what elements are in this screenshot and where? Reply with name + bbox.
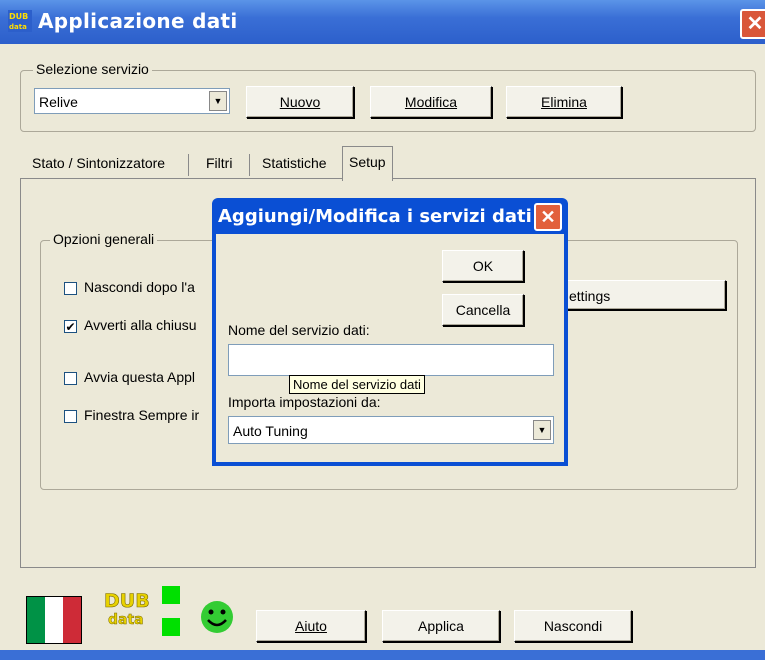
cancel-button[interactable]: Cancella — [442, 294, 524, 326]
dialog-title: Aggiungi/Modifica i servizi dati — [218, 206, 532, 227]
title-bar[interactable]: DUB data Applicazione dati ✕ — [0, 0, 765, 44]
svg-text:DUB: DUB — [9, 12, 28, 21]
hide-after-checkbox[interactable] — [64, 282, 77, 295]
dub-data-logo: DUB data — [104, 590, 150, 629]
app-window: DUB data Applicazione dati ✕ Selezione s… — [0, 0, 765, 660]
svg-text:DUB: DUB — [104, 590, 150, 612]
service-name-tooltip: Nome del servizio dati — [289, 375, 425, 394]
italian-flag-icon[interactable] — [26, 596, 82, 644]
tab-statistiche[interactable]: Statistiche — [256, 148, 333, 178]
tab-setup[interactable]: Setup — [342, 146, 393, 181]
hide-after-label: Nascondi dopo l'a — [84, 279, 195, 295]
import-select[interactable]: Auto Tuning ▼ — [228, 416, 554, 444]
always-on-top-label: Finestra Sempre ir — [84, 407, 200, 423]
svg-text:data: data — [108, 612, 144, 628]
autostart-checkbox[interactable] — [64, 372, 77, 385]
smiley-icon — [201, 601, 233, 633]
window-bottom-border — [0, 650, 765, 660]
always-on-top-checkbox[interactable] — [64, 410, 77, 423]
chevron-down-icon[interactable]: ▼ — [533, 420, 551, 440]
service-group-legend: Selezione servizio — [33, 61, 152, 77]
service-name-input[interactable] — [228, 344, 554, 376]
help-button[interactable]: Aiuto — [256, 610, 366, 642]
autostart-label: Avvia questa Appl — [84, 369, 196, 385]
warn-close-label: Avverti alla chiusu — [84, 317, 197, 333]
service-select-value: Relive — [39, 94, 78, 110]
close-icon[interactable]: ✕ — [740, 9, 765, 39]
tab-stato[interactable]: Stato / Sintonizzatore — [26, 148, 171, 178]
svg-text:data: data — [9, 23, 27, 31]
hide-button[interactable]: Nascondi — [514, 610, 632, 642]
import-label: Importa impostazioni da: — [228, 394, 381, 410]
dialog-body: OK Cancella Nome del servizio dati: Impo… — [216, 234, 564, 462]
status-indicator-top — [162, 586, 180, 604]
apply-button[interactable]: Applica — [382, 610, 500, 642]
edit-service-dialog: Aggiungi/Modifica i servizi dati ✕ OK Ca… — [212, 198, 568, 466]
warn-close-checkbox[interactable]: ✔ — [64, 320, 77, 333]
service-select[interactable]: Relive ▼ — [34, 88, 230, 114]
tab-filtri[interactable]: Filtri — [200, 148, 238, 178]
modify-button[interactable]: Modifica — [370, 86, 492, 118]
app-icon: DUB data — [8, 10, 32, 32]
service-name-label: Nome del servizio dati: — [228, 322, 370, 338]
dialog-close-icon[interactable]: ✕ — [534, 203, 562, 231]
options-group-legend: Opzioni generali — [50, 231, 158, 247]
status-indicator-bottom — [162, 618, 180, 636]
ok-button[interactable]: OK — [442, 250, 524, 282]
new-button[interactable]: Nuovo — [246, 86, 354, 118]
delete-button[interactable]: Elimina — [506, 86, 622, 118]
chevron-down-icon[interactable]: ▼ — [209, 91, 227, 111]
import-select-value: Auto Tuning — [233, 423, 308, 439]
window-title: Applicazione dati — [38, 9, 238, 33]
